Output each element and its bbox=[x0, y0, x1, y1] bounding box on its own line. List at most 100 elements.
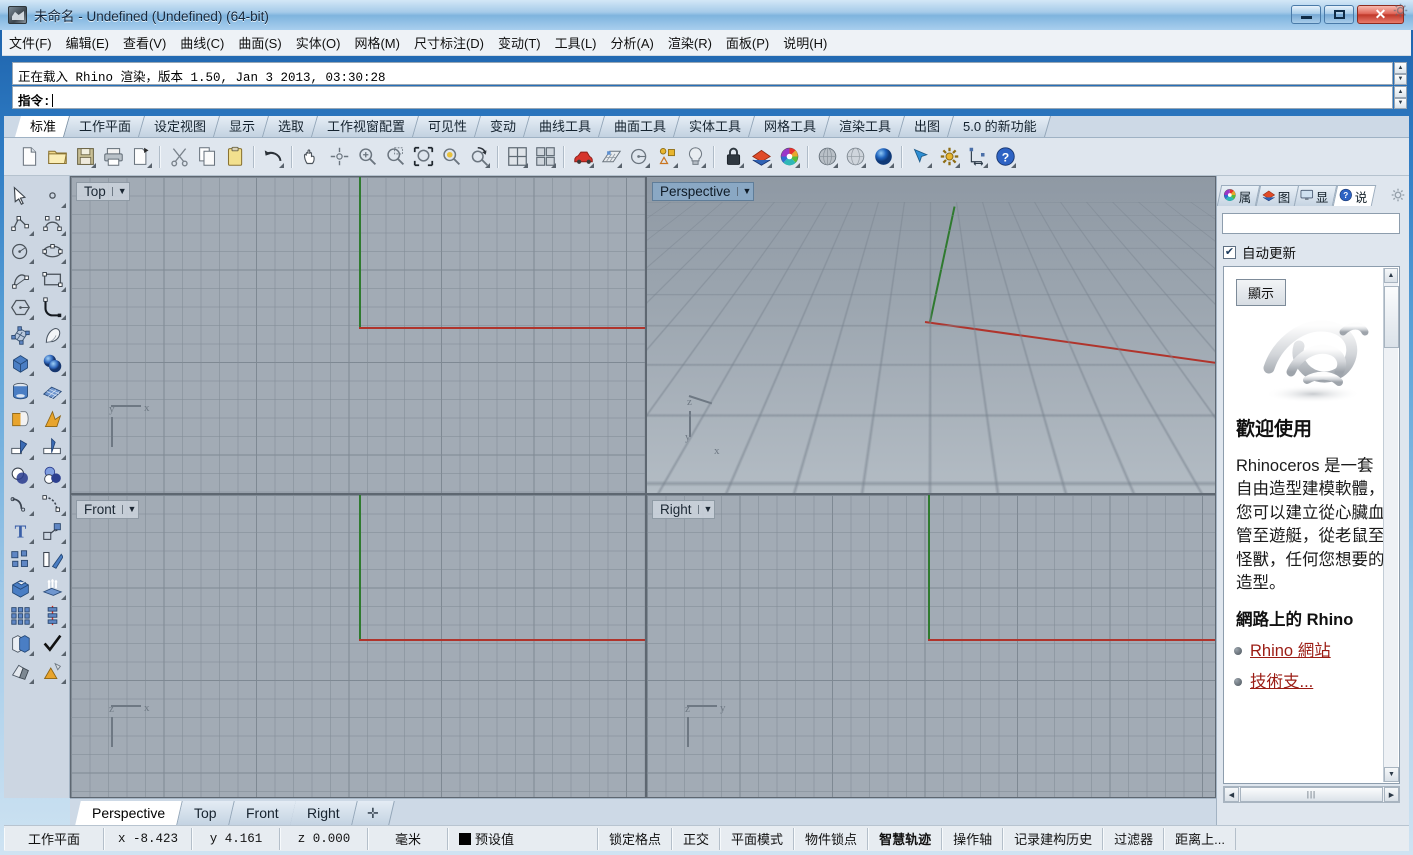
paste-icon[interactable] bbox=[222, 144, 248, 170]
status-toggle-7[interactable]: 过滤器 bbox=[1103, 827, 1165, 850]
toolbar-tab-9[interactable]: 曲面工具 bbox=[599, 116, 681, 137]
search-input[interactable] bbox=[1222, 213, 1400, 234]
toolbar-tab-13[interactable]: 出图 bbox=[899, 116, 955, 137]
status-toggle-5[interactable]: 操作轴 bbox=[942, 827, 1004, 850]
surface-patch-icon[interactable] bbox=[5, 322, 35, 349]
help-vertical-scrollbar[interactable]: ▲ ▼ bbox=[1383, 268, 1399, 782]
boolean-sphere-icon[interactable] bbox=[37, 462, 67, 489]
zoom-extents-icon[interactable] bbox=[410, 144, 436, 170]
copy-format-icon[interactable] bbox=[128, 144, 154, 170]
viewport-front[interactable]: z x Front ▼ bbox=[70, 494, 646, 798]
rectangle-icon[interactable] bbox=[37, 266, 67, 293]
new-file-icon[interactable] bbox=[16, 144, 42, 170]
status-toggle-6[interactable]: 记录建构历史 bbox=[1003, 827, 1104, 850]
status-toggle-4[interactable]: 智慧轨迹 bbox=[868, 827, 943, 850]
viewport-tab-perspective[interactable]: Perspective bbox=[75, 801, 183, 825]
viewport-tab-front[interactable]: Front bbox=[228, 801, 297, 825]
extrude-surface-icon[interactable] bbox=[37, 322, 67, 349]
viewport-right-label[interactable]: Right ▼ bbox=[652, 500, 716, 519]
boolean-union-icon[interactable] bbox=[5, 406, 35, 433]
copy-icon[interactable] bbox=[194, 144, 220, 170]
viewport-top[interactable]: y x Top ▼ bbox=[70, 176, 646, 494]
render-cone-icon[interactable] bbox=[37, 658, 67, 685]
hscroll-thumb[interactable]: ||| bbox=[1240, 787, 1383, 802]
array-grid-icon[interactable] bbox=[5, 602, 35, 629]
circle-tool-icon[interactable] bbox=[626, 144, 652, 170]
pan-icon[interactable] bbox=[298, 144, 324, 170]
status-toggle-0[interactable]: 锁定格点 bbox=[598, 827, 673, 850]
status-toggle-8[interactable]: 距离上... bbox=[1164, 827, 1236, 850]
menu-panels[interactable]: 面板(P) bbox=[719, 30, 776, 55]
status-toggle-2[interactable]: 平面模式 bbox=[720, 827, 795, 850]
toolbar-tab-14[interactable]: 5.0 的新功能 bbox=[948, 116, 1051, 137]
gear-icon[interactable] bbox=[1393, 3, 1408, 18]
status-cplane[interactable]: 工作平面 bbox=[4, 827, 104, 850]
render-car-icon[interactable] bbox=[570, 144, 596, 170]
command-history-spinner[interactable]: ▲ ▼ bbox=[1394, 62, 1407, 85]
fillet-curve-icon[interactable] bbox=[37, 294, 67, 321]
chevron-down-icon[interactable]: ▼ bbox=[121, 505, 136, 514]
menu-transform[interactable]: 变动(T) bbox=[491, 30, 548, 55]
menu-surface[interactable]: 曲面(S) bbox=[231, 30, 288, 55]
object-props-icon[interactable] bbox=[654, 144, 680, 170]
grid-plane-icon[interactable] bbox=[598, 144, 624, 170]
auto-update-checkbox[interactable]: ✔ bbox=[1223, 245, 1236, 259]
extrude-up-icon[interactable] bbox=[37, 574, 67, 601]
panel-tab-3[interactable]: ? 说 bbox=[1332, 185, 1376, 206]
layers-icon[interactable] bbox=[748, 144, 774, 170]
help-horizontal-scrollbar[interactable]: ◀ ||| ▶ bbox=[1223, 786, 1400, 803]
viewport-right[interactable]: z y Right ▼ bbox=[646, 494, 1216, 798]
menu-help[interactable]: 说明(H) bbox=[776, 30, 834, 55]
mesh-plane-icon[interactable] bbox=[37, 378, 67, 405]
maximize-button[interactable] bbox=[1324, 5, 1354, 24]
circle-icon[interactable] bbox=[5, 238, 35, 265]
menu-file[interactable]: 文件(F) bbox=[2, 30, 59, 55]
help-icon[interactable]: ? bbox=[992, 144, 1018, 170]
hscroll-right-arrow[interactable]: ▶ bbox=[1384, 787, 1399, 802]
color-wheel-icon[interactable] bbox=[776, 144, 802, 170]
status-layer[interactable]: 预设值 bbox=[448, 827, 598, 850]
shade-icon[interactable] bbox=[5, 658, 35, 685]
rendered-view-icon[interactable] bbox=[870, 144, 896, 170]
menu-dimension[interactable]: 尺寸标注(D) bbox=[407, 30, 491, 55]
zoom-selected-icon[interactable] bbox=[438, 144, 464, 170]
menu-tools[interactable]: 工具(L) bbox=[548, 30, 604, 55]
transform-icon[interactable] bbox=[37, 518, 67, 545]
shaded-view-icon[interactable] bbox=[814, 144, 840, 170]
status-coord-x[interactable]: x -8.423 bbox=[104, 827, 192, 850]
menu-solid[interactable]: 实体(O) bbox=[289, 30, 348, 55]
toolbar-tab-12[interactable]: 渲染工具 bbox=[824, 116, 906, 137]
toolbar-tab-2[interactable]: 设定视图 bbox=[139, 116, 221, 137]
polyline-icon[interactable] bbox=[5, 210, 35, 237]
group-icon[interactable] bbox=[5, 546, 35, 573]
hscroll-left-arrow[interactable]: ◀ bbox=[1224, 787, 1239, 802]
status-coord-y[interactable]: y 4.161 bbox=[192, 827, 280, 850]
panel-tab-1[interactable]: 图 bbox=[1255, 185, 1299, 206]
chevron-down-icon[interactable]: ▼ bbox=[736, 187, 751, 196]
boolean-diff-icon[interactable] bbox=[5, 462, 35, 489]
control-curve-icon[interactable] bbox=[37, 210, 67, 237]
select-object-icon[interactable] bbox=[5, 182, 35, 209]
command-prompt-spinner[interactable]: ▲ ▼ bbox=[1394, 86, 1407, 109]
command-prompt[interactable]: 指令: bbox=[12, 86, 1393, 109]
copy-object-icon[interactable] bbox=[5, 630, 35, 657]
toolbar-tab-10[interactable]: 实体工具 bbox=[674, 116, 756, 137]
viewport-perspective-label[interactable]: Perspective ▼ bbox=[652, 182, 755, 201]
panel-tab-2[interactable]: 显 bbox=[1293, 185, 1337, 206]
status-units[interactable]: 毫米 bbox=[368, 827, 448, 850]
trim-icon[interactable] bbox=[5, 434, 35, 461]
menu-analyze[interactable]: 分析(A) bbox=[604, 30, 661, 55]
help-content-pane[interactable]: 顯示 歡迎使用 Rhinoceros 是一套自由造型建模軟體，您可以建立從心臟血… bbox=[1223, 266, 1400, 784]
box-icon[interactable] bbox=[5, 350, 35, 377]
split-icon[interactable] bbox=[37, 434, 67, 461]
scroll-thumb[interactable] bbox=[1384, 286, 1399, 348]
menu-edit[interactable]: 编辑(E) bbox=[59, 30, 116, 55]
cut-icon[interactable] bbox=[166, 144, 192, 170]
toolbar-tab-8[interactable]: 曲线工具 bbox=[524, 116, 606, 137]
rebuild-curve-icon[interactable] bbox=[37, 490, 67, 517]
lock-icon[interactable] bbox=[720, 144, 746, 170]
zoom-in-icon[interactable] bbox=[354, 144, 380, 170]
undo-icon[interactable] bbox=[260, 144, 286, 170]
minimize-button[interactable] bbox=[1291, 5, 1321, 24]
menu-render[interactable]: 渲染(R) bbox=[661, 30, 719, 55]
